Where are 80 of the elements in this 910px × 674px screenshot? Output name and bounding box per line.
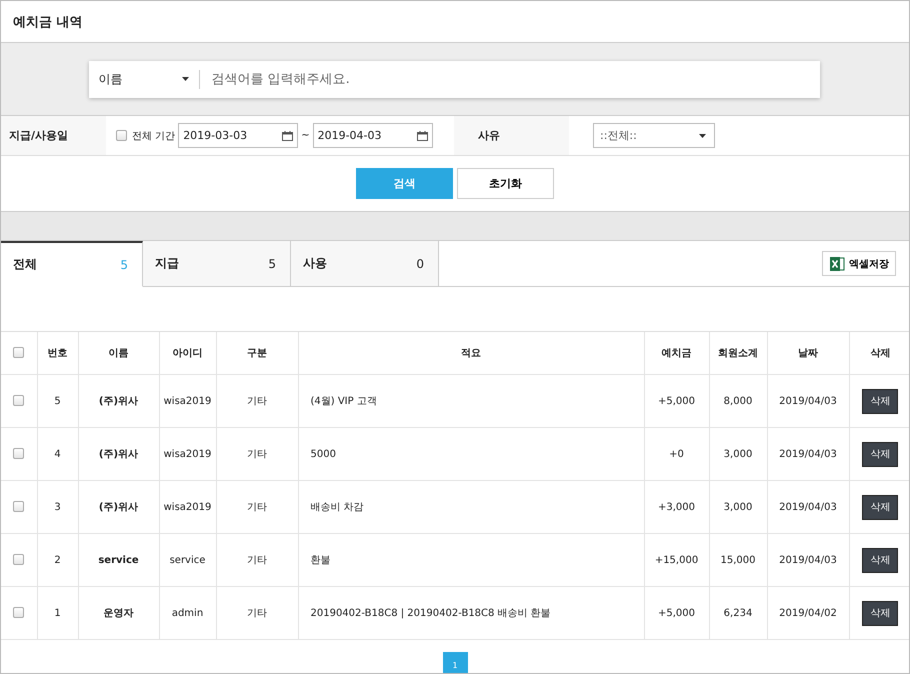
table-cell: wisa2019	[159, 374, 216, 428]
checkbox[interactable]	[13, 607, 24, 618]
table-cell: 3,000	[709, 428, 767, 480]
table-cell: 기타	[216, 480, 298, 534]
table-cell: +15,000	[644, 534, 709, 586]
delete-button[interactable]: 삭제	[862, 600, 898, 626]
table-cell: (4월) VIP 고객	[298, 374, 644, 428]
table-cell: 1	[37, 586, 78, 640]
table-cell: (주)위사	[78, 480, 159, 534]
checkbox[interactable]	[13, 554, 24, 566]
spreadsheet-icon	[829, 256, 845, 272]
table-cell: +0	[644, 428, 709, 480]
checkbox[interactable]	[13, 448, 24, 460]
search-field[interactable]: 검색어를 입력해주세요.	[200, 64, 820, 94]
tab[interactable]: 전체 5	[1, 241, 143, 287]
table-cell: 15,000	[709, 534, 767, 586]
calendar-icon[interactable]	[282, 130, 294, 140]
date-field[interactable]: 2019-04-03	[312, 123, 433, 148]
table-cell: +3,000	[644, 480, 709, 534]
checkbox[interactable]	[13, 395, 24, 406]
table-cell: 8,000	[709, 374, 767, 428]
excel-save-button[interactable]: 엑셀저장	[822, 251, 896, 276]
column-header: 삭제	[849, 332, 909, 374]
delete-button[interactable]: 삭제	[862, 494, 898, 520]
date-label: 지급/사용일	[9, 128, 68, 143]
table-cell: 기타	[216, 428, 298, 480]
column-header: 아이디	[159, 332, 216, 374]
caret-icon	[182, 77, 188, 81]
delete-button[interactable]: 삭제	[862, 388, 898, 414]
table-cell: service	[78, 534, 159, 586]
delete-button[interactable]: 삭제	[862, 442, 898, 466]
table-cell: 기타	[216, 586, 298, 640]
table-cell: 2019/04/03	[767, 480, 849, 534]
reason-label: 사유	[478, 128, 500, 143]
table-cell: 2019/04/03	[767, 534, 849, 586]
checkbox[interactable]	[13, 501, 24, 512]
table-cell: 2019/04/03	[767, 428, 849, 480]
table-cell: 2019/04/02	[767, 586, 849, 640]
table-cell: 5000	[298, 428, 644, 480]
table-cell: 4	[37, 428, 78, 480]
table-cell: 2	[37, 534, 78, 586]
table-cell: wisa2019	[159, 428, 216, 480]
table-cell: 배송비 차감	[298, 480, 644, 534]
table-cell: 3,000	[709, 480, 767, 534]
checkbox[interactable]	[13, 347, 24, 358]
table-cell: service	[159, 534, 216, 586]
table-cell: 기타	[216, 534, 298, 586]
table-cell: +5,000	[644, 374, 709, 428]
column-header: 구분	[216, 332, 298, 374]
column-header: 예치금	[644, 332, 709, 374]
separator: ~	[301, 130, 310, 141]
tab[interactable]: 지급 5	[143, 241, 291, 287]
table-cell: +5,000	[644, 586, 709, 640]
table-cell: 2019/04/03	[767, 374, 849, 428]
reason-select[interactable]: ::전체::	[593, 123, 715, 148]
table-cell: (주)위사	[78, 428, 159, 480]
column-header: 적요	[298, 332, 644, 374]
calendar-icon[interactable]	[416, 130, 428, 140]
caret-icon	[699, 134, 706, 138]
column-header: 날짜	[767, 332, 849, 374]
table-cell: 6,234	[709, 586, 767, 640]
table-cell: wisa2019	[159, 480, 216, 534]
table-cell: 운영자	[78, 586, 159, 640]
column-header: 회원소계	[709, 332, 767, 374]
table-cell: 3	[37, 480, 78, 534]
table-cell: 기타	[216, 374, 298, 428]
delete-button[interactable]: 삭제	[862, 548, 898, 572]
reset-button[interactable]: 초기화	[457, 168, 554, 199]
table-cell: 환불	[298, 534, 644, 586]
column-header: 번호	[37, 332, 78, 374]
table-cell: admin	[159, 586, 216, 640]
page-title: 예치금 내역	[13, 14, 83, 30]
table-cell: 5	[37, 374, 78, 428]
tab[interactable]: 사용 0	[291, 241, 439, 287]
date-field[interactable]: 2019-03-03	[178, 123, 298, 148]
table-cell: 20190402-B18C8 | 20190402-B18C8 배송비 환불	[298, 586, 644, 640]
table-cell: (주)위사	[78, 374, 159, 428]
checkbox-label: 전체 기간	[132, 130, 176, 142]
column-header: 이름	[78, 332, 159, 374]
checkbox[interactable]	[116, 130, 127, 141]
